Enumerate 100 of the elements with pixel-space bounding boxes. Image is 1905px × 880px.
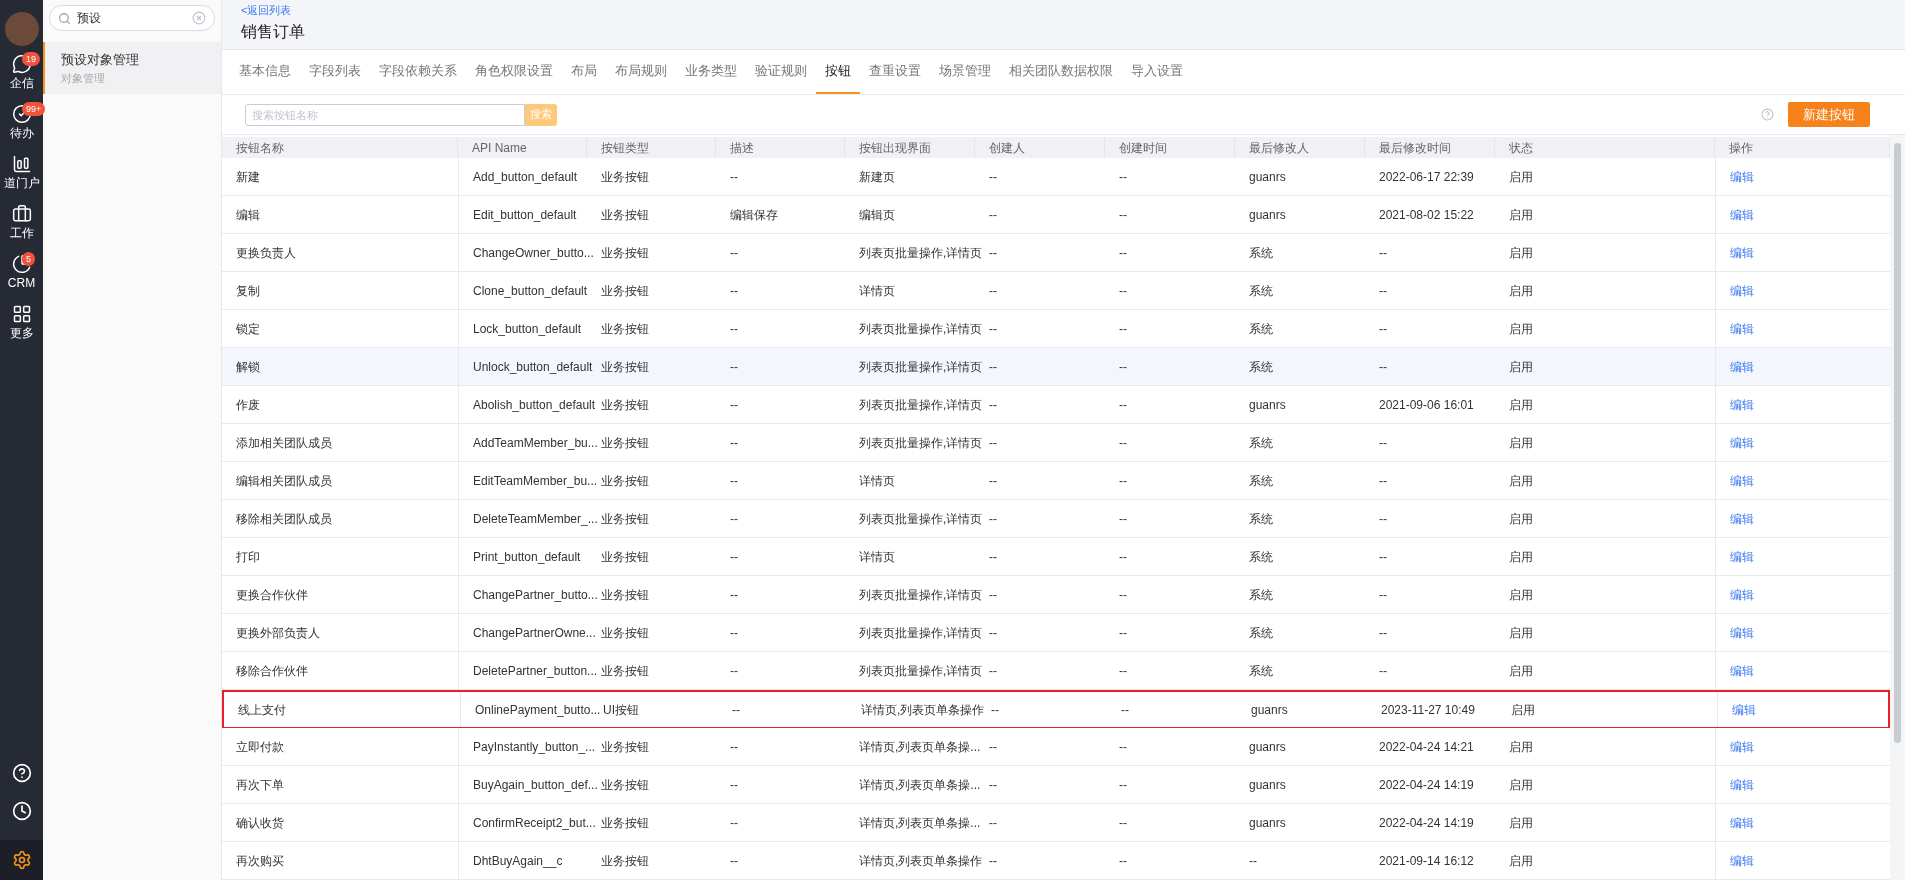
edit-link[interactable]: 编辑 [1732,700,1756,719]
table-row[interactable]: 添加相关团队成员 AddTeamMember_bu... 业务按钮 -- 列表页批量操作,详情页 -- -- 系统 -- 启用 编辑 [222,424,1890,462]
tab[interactable]: 相关团队数据权限 [1000,50,1122,94]
new-button[interactable]: 新建按钮 [1788,102,1870,127]
tab[interactable]: 基本信息 [230,50,300,94]
table-row[interactable]: 作废 Abolish_button_default 业务按钮 -- 列表页批量操作,详情页 -- -- guanrs 2021-09-06 16:01 启用 编辑 [222,386,1890,424]
table-cell-text: 详情页 [859,472,895,490]
edit-link[interactable]: 编辑 [1730,357,1754,376]
nav-item[interactable]: 更多 [0,300,43,346]
table-cell-text: 业务按钮 [601,206,649,224]
table-row[interactable]: 确认收货 ConfirmReceipt2_but... 业务按钮 -- 详情页,列表页单条操... -- -- guanrs 2022-04-24 14:19 启用 编辑 [222,804,1890,842]
table-row[interactable]: 解锁 Unlock_button_default 业务按钮 -- 列表页批量操作,详情页 -- -- 系统 -- 启用 编辑 [222,348,1890,386]
edit-link[interactable]: 编辑 [1730,585,1754,604]
table-row[interactable]: 移除相关团队成员 DeleteTeamMember_... 业务按钮 -- 列表页批量操作,详情页 -- -- 系统 -- 启用 编辑 [222,500,1890,538]
search-input[interactable]: 预设 [77,9,186,27]
edit-link[interactable]: 编辑 [1730,509,1754,528]
table-cell-text: 启用 [1509,510,1533,528]
tab[interactable]: 查重设置 [860,50,930,94]
table-cell-text: -- [730,586,738,604]
table-cell-text: 列表页批量操作,详情页 [859,358,983,376]
edit-link[interactable]: 编辑 [1730,851,1754,870]
table-cell-text: 业务按钮 [601,358,649,376]
table-row[interactable]: 更换负责人 ChangeOwner_butto... 业务按钮 -- 列表页批量操作,详情页 -- -- 系统 -- 启用 编辑 [222,234,1890,272]
sidebar-item[interactable]: 预设对象管理 对象管理 [43,42,221,94]
table-row[interactable]: 新建 Add_button_default 业务按钮 -- 新建页 -- -- guanrs 2022-06-17 22:39 启用 编辑 [222,158,1890,196]
table-cell-text: -- [1119,358,1127,376]
count-badge: 5 [22,252,35,266]
table-cell-text: 新建页 [859,168,895,186]
table-cell-text: 列表页批量操作,详情页 [859,662,983,680]
table-cell-text: -- [989,548,997,566]
table-cell-text: 详情页,列表页单条操... [859,814,981,832]
table-row[interactable]: 再次购买 DhtBuyAgain__c 业务按钮 -- 详情页,列表页单条操作 -- -- -- 2021-09-14 16:12 启用 编辑 [222,842,1890,880]
table-cell-text: -- [1119,168,1127,186]
edit-link[interactable]: 编辑 [1730,243,1754,262]
table-cell-text: -- [730,396,738,414]
table-cell-text: 启用 [1509,358,1533,376]
tab[interactable]: 布局 [562,50,606,94]
table-cell-text: 更换负责人 [236,244,296,262]
tab[interactable]: 字段列表 [300,50,370,94]
nav-item[interactable]: 道门户 [0,150,43,196]
table-row[interactable]: 更换合作伙伴 ChangePartner_butto... 业务按钮 -- 列表页批量操作,详情页 -- -- 系统 -- 启用 编辑 [222,576,1890,614]
table-cell-text: -- [989,282,997,300]
edit-link[interactable]: 编辑 [1730,813,1754,832]
table-row[interactable]: 打印 Print_button_default 业务按钮 -- 详情页 -- -- 系统 -- 启用 编辑 [222,538,1890,576]
table-cell-text: -- [1379,548,1387,566]
table-row[interactable]: 立即付款 PayInstantly_button_... 业务按钮 -- 详情页,列表页单条操... -- -- guanrs 2022-04-24 14:21 启用 编辑 [222,728,1890,766]
tab[interactable]: 按钮 [816,50,860,94]
edit-link[interactable]: 编辑 [1730,623,1754,642]
back-link[interactable]: <返回列表 [241,2,1886,19]
edit-link[interactable]: 编辑 [1730,167,1754,186]
settings-button[interactable] [0,840,43,880]
tab[interactable]: 业务类型 [676,50,746,94]
table-cell-text: -- [1379,244,1387,262]
nav-item[interactable]: 工作 [0,200,43,246]
table-row[interactable]: 再次下单 BuyAgain_button_def... 业务按钮 -- 详情页,列表页单条操... -- -- guanrs 2022-04-24 14:19 启用 编辑 [222,766,1890,804]
button-search-field[interactable]: 搜索按钮名称 [245,103,525,126]
table-cell-text: 系统 [1249,510,1273,528]
table-cell-text: -- [989,434,997,452]
search-box[interactable]: 预设 [49,5,215,31]
edit-link[interactable]: 编辑 [1730,319,1754,338]
tab[interactable]: 布局规则 [606,50,676,94]
edit-link[interactable]: 编辑 [1730,205,1754,224]
table-row[interactable]: 编辑 Edit_button_default 业务按钮 编辑保存 编辑页 -- -- guanrs 2021-08-02 15:22 启用 编辑 [222,196,1890,234]
edit-link[interactable]: 编辑 [1730,395,1754,414]
table-row[interactable]: 线上支付 OnlinePayment_butto... UI按钮 -- 详情页,列表页单条操作 -- -- guanrs 2023-11-27 10:49 启用 编辑 [222,690,1890,728]
table-row[interactable]: 移除合作伙伴 DeletePartner_button... 业务按钮 -- 列表页批量操作,详情页 -- -- 系统 -- 启用 编辑 [222,652,1890,690]
edit-link[interactable]: 编辑 [1730,281,1754,300]
table-cell-text: Clone_button_default [473,282,588,300]
edit-link[interactable]: 编辑 [1730,775,1754,794]
table-cell-text: 启用 [1509,206,1533,224]
table-row[interactable]: 编辑相关团队成员 EditTeamMember_bu... 业务按钮 -- 详情页 -- -- 系统 -- 启用 编辑 [222,462,1890,500]
table-row[interactable]: 复制 Clone_button_default 业务按钮 -- 详情页 -- -- 系统 -- 启用 编辑 [222,272,1890,310]
tab[interactable]: 验证规则 [746,50,816,94]
tab[interactable]: 导入设置 [1122,50,1192,94]
tab[interactable]: 角色权限设置 [466,50,562,94]
table-cell-text: DeletePartner_button... [473,662,598,680]
table-cell-text: -- [730,320,738,338]
table-cell-text: -- [1119,624,1127,642]
edit-link[interactable]: 编辑 [1730,661,1754,680]
table-cell-text: -- [1119,586,1127,604]
table-cell-text: 启用 [1509,434,1533,452]
table-cell-text: Print_button_default [473,548,581,566]
table-row[interactable]: 锁定 Lock_button_default 业务按钮 -- 列表页批量操作,详情页 -- -- 系统 -- 启用 编辑 [222,310,1890,348]
edit-link[interactable]: 编辑 [1730,433,1754,452]
edit-link[interactable]: 编辑 [1730,471,1754,490]
tab[interactable]: 场景管理 [930,50,1000,94]
nav-item[interactable]: 企信 19 [0,50,43,96]
table-cell-text: PayInstantly_button_... [473,738,596,756]
edit-link[interactable]: 编辑 [1730,737,1754,756]
tab[interactable]: 字段依赖关系 [370,50,466,94]
table-cell-text: 启用 [1509,738,1533,756]
help-icon [11,763,32,783]
edit-link[interactable]: 编辑 [1730,547,1754,566]
table-cell-text: 列表页批量操作,详情页 [859,624,983,642]
table-cell-text: 2021-09-14 16:12 [1379,852,1474,870]
nav-item[interactable]: CRM 5 [0,250,43,296]
table-cell-text: 列表页批量操作,详情页 [859,586,983,604]
table-cell-text: -- [1249,852,1257,870]
table-cell-text: 启用 [1509,852,1533,870]
table-row[interactable]: 更换外部负责人 ChangePartnerOwne... 业务按钮 -- 列表页批量操作,详情页 -- -- 系统 -- 启用 编辑 [222,614,1890,652]
